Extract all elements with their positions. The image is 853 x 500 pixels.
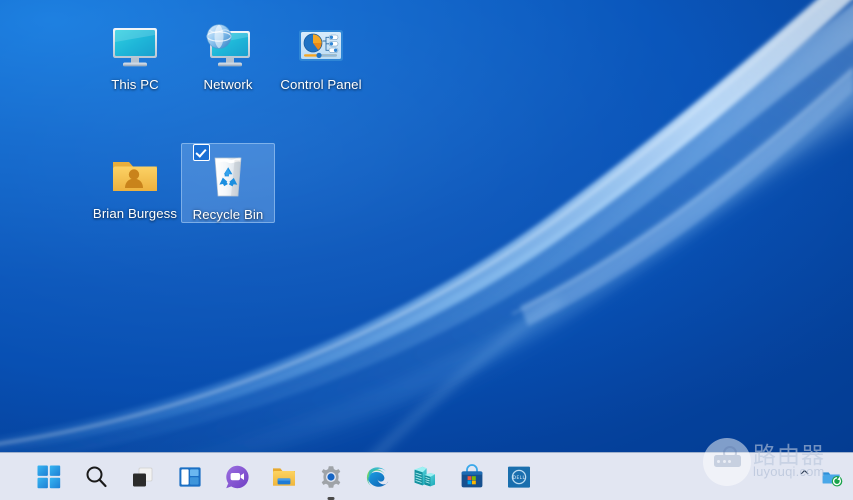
taskbar-microsoft-store-button[interactable] — [453, 458, 491, 496]
desktop-icon-control-panel[interactable]: Control Panel — [274, 14, 368, 92]
system-tray: ^ — [795, 453, 847, 500]
taskbar-chat-button[interactable] — [218, 458, 256, 496]
desktop-screen: This PC — [0, 0, 853, 500]
user-folder-icon — [109, 149, 161, 201]
desktop-icon-label: This PC — [111, 77, 159, 92]
taskbar-edge-button[interactable] — [359, 458, 397, 496]
control-panel-icon — [295, 20, 347, 72]
desktop-icon-this-pc[interactable]: This PC — [88, 14, 182, 92]
dell-icon: DELL — [506, 464, 532, 490]
running-indicator — [328, 497, 335, 500]
taskbar-widgets-button[interactable] — [171, 458, 209, 496]
monitor-icon — [109, 20, 161, 72]
settings-gear-icon — [318, 464, 344, 490]
windows-start-icon — [36, 464, 62, 490]
server-stack-icon — [412, 464, 438, 490]
taskbar-button-group: DELL — [30, 453, 538, 500]
taskbar-start-button[interactable] — [30, 458, 68, 496]
taskbar-task-view-button[interactable] — [124, 458, 162, 496]
desktop-icon-label: Network — [203, 77, 252, 92]
desktop-icon-label: Brian Burgess — [93, 206, 177, 221]
desktop-icon-grid: This PC — [0, 0, 853, 452]
recycle-bin-icon — [202, 150, 254, 202]
taskbar-server-manager-button[interactable] — [406, 458, 444, 496]
task-view-icon — [130, 464, 156, 490]
desktop-icon-recycle-bin[interactable]: Recycle Bin — [181, 143, 275, 223]
selection-checkbox-icon[interactable] — [193, 144, 210, 161]
show-hidden-icons-icon[interactable]: ^ — [795, 465, 814, 488]
taskbar: DELL ^ — [0, 452, 853, 500]
search-icon — [83, 464, 109, 490]
desktop-icon-label: Recycle Bin — [193, 207, 264, 222]
desktop-icon-network[interactable]: Network — [181, 14, 275, 92]
taskbar-dell-button[interactable]: DELL — [500, 458, 538, 496]
widgets-icon — [177, 464, 203, 490]
update-badge-icon[interactable] — [821, 466, 843, 488]
network-globe-monitor-icon — [202, 20, 254, 72]
microsoft-store-icon — [459, 464, 485, 490]
edge-icon — [365, 464, 391, 490]
svg-text:DELL: DELL — [513, 475, 526, 481]
file-explorer-icon — [271, 464, 297, 490]
taskbar-search-button[interactable] — [77, 458, 115, 496]
taskbar-settings-button[interactable] — [312, 458, 350, 496]
chat-icon — [224, 464, 250, 490]
desktop-icon-user-folder[interactable]: Brian Burgess — [88, 143, 182, 221]
taskbar-file-explorer-button[interactable] — [265, 458, 303, 496]
desktop-icon-label: Control Panel — [280, 77, 361, 92]
